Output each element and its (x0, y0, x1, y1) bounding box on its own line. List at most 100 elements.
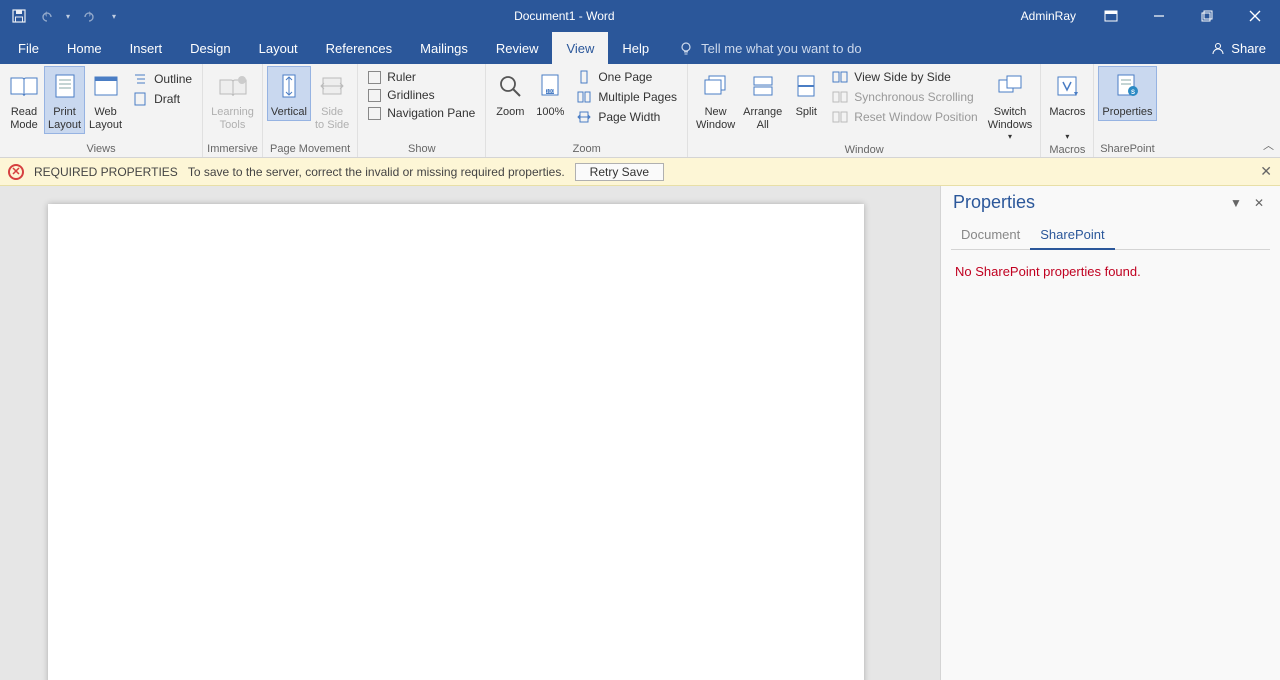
learning-tools-icon (217, 70, 249, 102)
svg-text:S: S (1131, 90, 1135, 96)
hundred-percent-button[interactable]: 100 100% (530, 66, 570, 121)
group-immersive: Learning Tools Immersive (203, 64, 263, 157)
draft-button[interactable]: Draft (132, 90, 192, 108)
quick-access-toolbar: ▾ ▾ (0, 5, 118, 27)
group-show-label: Show (358, 143, 485, 157)
properties-button[interactable]: S Properties (1098, 66, 1156, 121)
tab-layout[interactable]: Layout (245, 32, 312, 64)
tell-me-placeholder: Tell me what you want to do (701, 41, 861, 56)
synchronous-scrolling-button[interactable]: Synchronous Scrolling (832, 88, 977, 106)
properties-icon: S (1111, 70, 1143, 102)
message-bar: ✕ REQUIRED PROPERTIES To save to the ser… (0, 158, 1280, 186)
save-icon[interactable] (8, 5, 30, 27)
group-zoom: Zoom 100 100% One Page Multiple Pages Pa… (486, 64, 688, 157)
close-icon[interactable] (1232, 0, 1278, 32)
print-layout-icon (49, 70, 81, 102)
ribbon-display-icon[interactable] (1088, 0, 1134, 32)
sync-scroll-icon (832, 89, 848, 105)
multiple-pages-button[interactable]: Multiple Pages (576, 88, 677, 106)
vertical-icon (273, 70, 305, 102)
hundred-percent-icon: 100 (534, 70, 566, 102)
redo-icon[interactable] (78, 5, 100, 27)
arrange-all-icon (747, 70, 779, 102)
group-immersive-label: Immersive (203, 143, 262, 157)
group-sharepoint-label: SharePoint (1094, 143, 1160, 157)
group-macros-label: Macros (1041, 144, 1093, 158)
tab-mailings[interactable]: Mailings (406, 32, 482, 64)
tab-design[interactable]: Design (176, 32, 244, 64)
group-views-label: Views (0, 143, 202, 157)
new-window-icon (700, 70, 732, 102)
ruler-checkbox[interactable]: Ruler (368, 70, 475, 84)
page-width-icon (576, 109, 592, 125)
side-to-side-button[interactable]: Side to Side (311, 66, 353, 134)
view-side-by-side-button[interactable]: View Side by Side (832, 68, 977, 86)
tab-file[interactable]: File (4, 32, 53, 64)
switch-windows-icon (994, 70, 1026, 102)
side-by-side-icon (832, 69, 848, 85)
tab-home[interactable]: Home (53, 32, 116, 64)
tell-me-search[interactable]: Tell me what you want to do (679, 32, 861, 64)
one-page-button[interactable]: One Page (576, 68, 677, 86)
ribbon-tabs: File Home Insert Design Layout Reference… (0, 32, 1280, 64)
outline-icon (132, 71, 148, 87)
share-button[interactable]: Share (1231, 41, 1266, 56)
qat-customize-icon[interactable]: ▾ (110, 12, 118, 21)
group-page-movement-label: Page Movement (263, 143, 357, 157)
pane-options-icon[interactable]: ▼ (1224, 196, 1248, 210)
gridlines-checkbox[interactable]: Gridlines (368, 88, 475, 102)
web-layout-button[interactable]: Web Layout (85, 66, 126, 134)
workspace: Properties ▼ ✕ Document SharePoint No Sh… (0, 186, 1280, 680)
group-window: New Window Arrange All Split View Side b… (688, 64, 1041, 157)
zoom-button[interactable]: Zoom (490, 66, 530, 121)
ribbon: Read Mode Print Layout Web Layout Outlin… (0, 64, 1280, 158)
lightbulb-icon (679, 41, 693, 55)
share-icon (1211, 41, 1225, 55)
user-name[interactable]: AdminRay (1011, 9, 1086, 23)
outline-button[interactable]: Outline (132, 70, 192, 88)
group-window-label: Window (688, 144, 1040, 158)
macros-button[interactable]: Macros▾ (1045, 66, 1089, 144)
minimize-icon[interactable] (1136, 0, 1182, 32)
pane-tab-sharepoint[interactable]: SharePoint (1030, 223, 1114, 250)
tab-references[interactable]: References (312, 32, 406, 64)
group-page-movement: Vertical Side to Side Page Movement (263, 64, 358, 157)
new-window-button[interactable]: New Window (692, 66, 739, 134)
group-views: Read Mode Print Layout Web Layout Outlin… (0, 64, 203, 157)
document-area[interactable] (0, 186, 940, 680)
message-title: REQUIRED PROPERTIES (34, 165, 178, 179)
tab-help[interactable]: Help (608, 32, 663, 64)
document-page[interactable] (48, 204, 864, 680)
web-layout-icon (90, 70, 122, 102)
tab-insert[interactable]: Insert (116, 32, 177, 64)
message-close-icon[interactable]: ✕ (1260, 163, 1272, 180)
checkbox-icon (368, 71, 381, 84)
undo-icon[interactable] (36, 5, 58, 27)
properties-pane: Properties ▼ ✕ Document SharePoint No Sh… (940, 186, 1280, 680)
read-mode-button[interactable]: Read Mode (4, 66, 44, 134)
navigation-pane-checkbox[interactable]: Navigation Pane (368, 106, 475, 120)
reset-window-position-button[interactable]: Reset Window Position (832, 108, 977, 126)
page-width-button[interactable]: Page Width (576, 108, 677, 126)
tab-view[interactable]: View (552, 32, 608, 64)
svg-text:100: 100 (546, 89, 555, 95)
pane-tab-document[interactable]: Document (951, 223, 1030, 249)
tab-review[interactable]: Review (482, 32, 553, 64)
learning-tools-button[interactable]: Learning Tools (207, 66, 258, 134)
collapse-ribbon-icon[interactable]: ︿ (1263, 137, 1274, 153)
print-layout-button[interactable]: Print Layout (44, 66, 85, 134)
split-button[interactable]: Split (786, 66, 826, 121)
side-to-side-icon (316, 70, 348, 102)
arrange-all-button[interactable]: Arrange All (739, 66, 786, 134)
vertical-button[interactable]: Vertical (267, 66, 311, 121)
split-icon (790, 70, 822, 102)
message-text: To save to the server, correct the inval… (188, 165, 565, 179)
undo-dropdown-icon[interactable]: ▾ (64, 12, 72, 21)
zoom-icon (494, 70, 526, 102)
pane-close-icon[interactable]: ✕ (1248, 196, 1270, 210)
maximize-icon[interactable] (1184, 0, 1230, 32)
switch-windows-button[interactable]: Switch Windows ▾ (984, 66, 1037, 144)
retry-save-button[interactable]: Retry Save (575, 163, 664, 181)
read-mode-icon (8, 70, 40, 102)
checkbox-icon (368, 89, 381, 102)
